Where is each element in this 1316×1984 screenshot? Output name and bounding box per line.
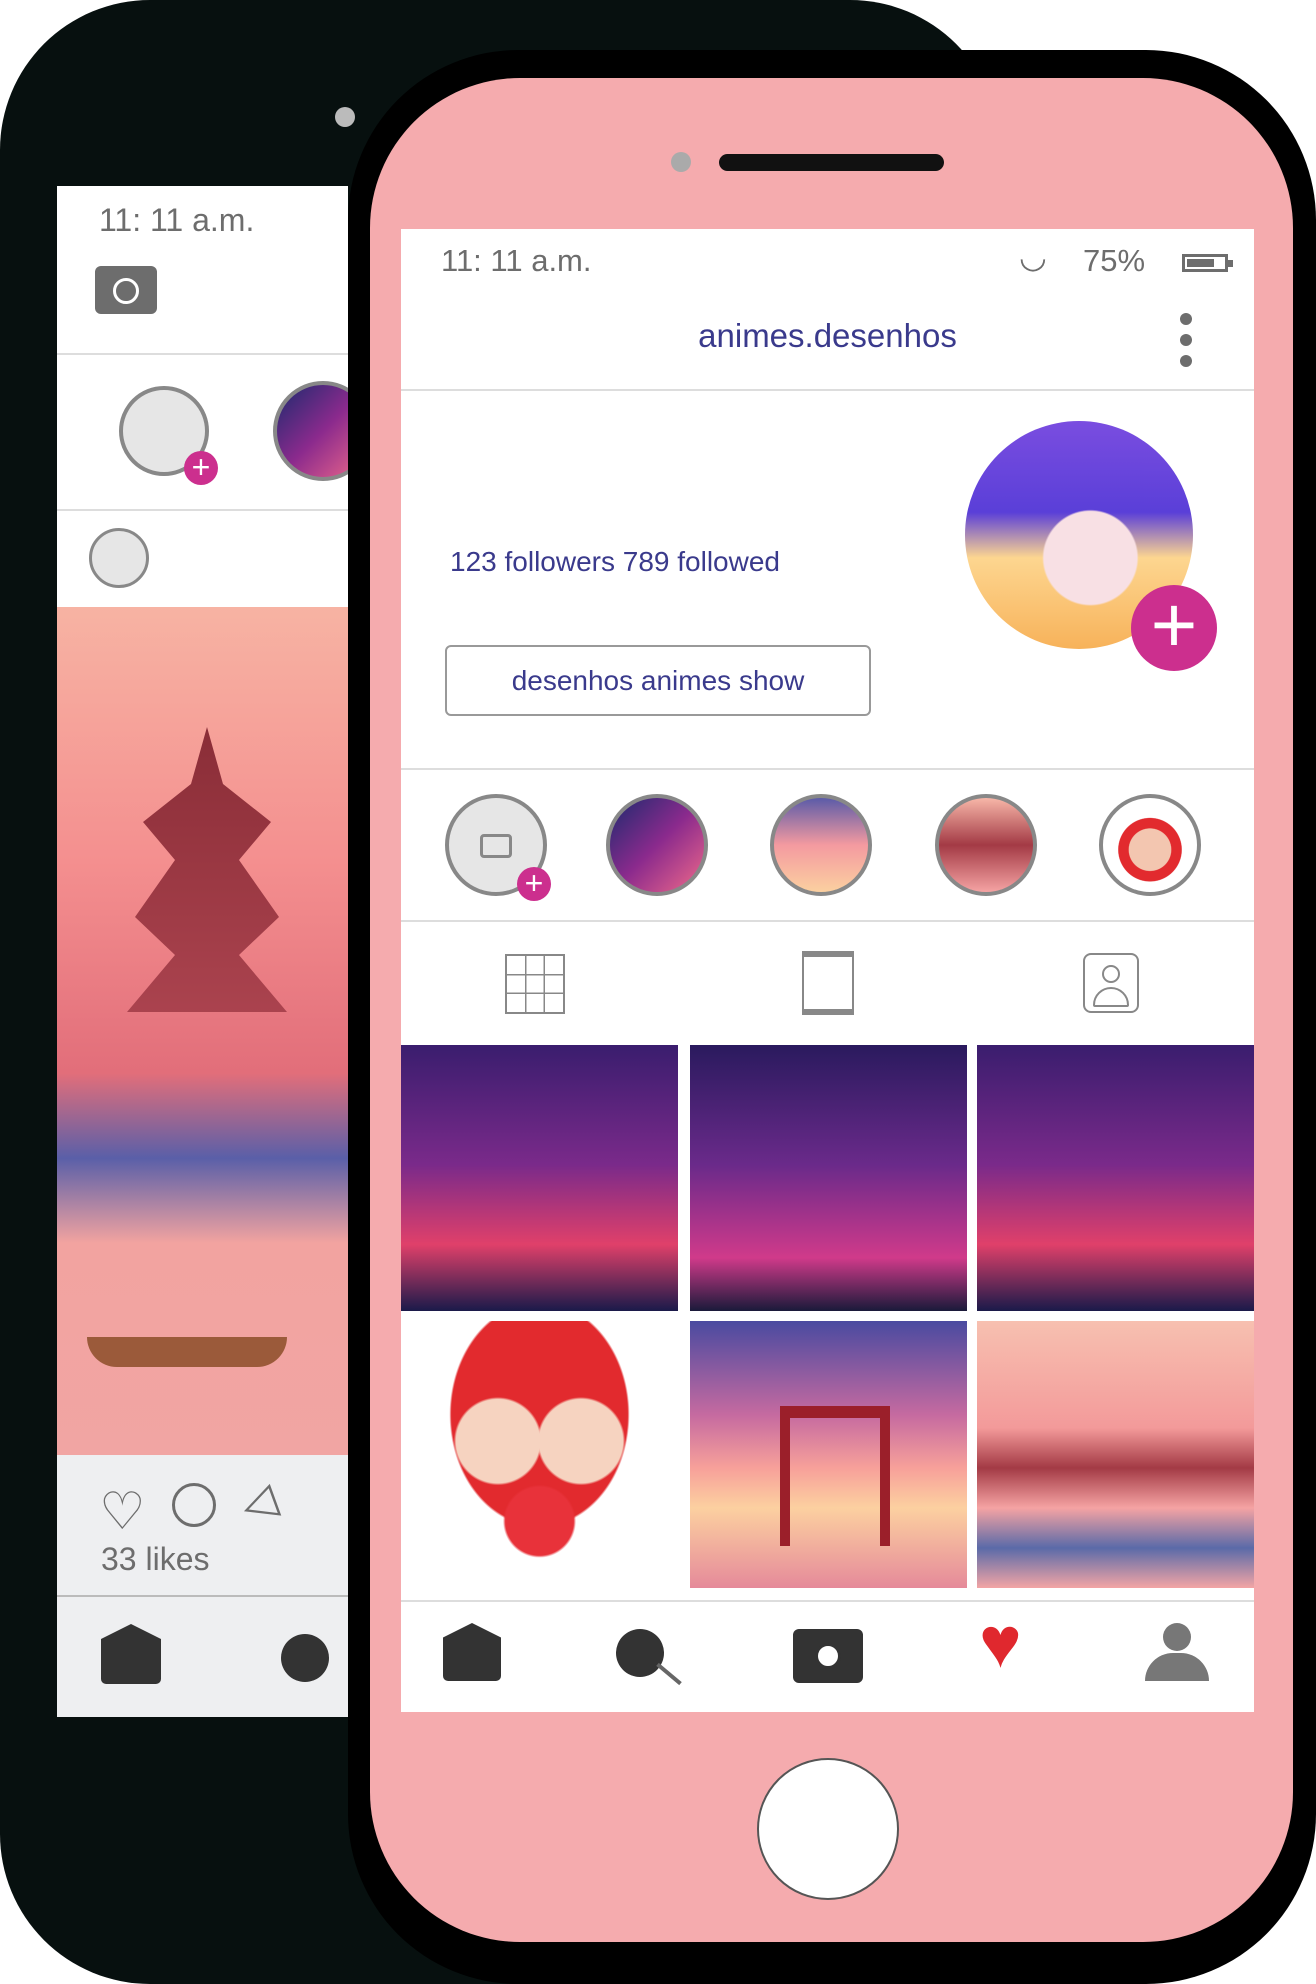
battery-percent: 75% [1083,243,1146,278]
back-small-avatar[interactable] [89,528,149,588]
grid-post-pagoda[interactable] [977,1321,1254,1588]
battery-icon [1182,254,1233,272]
story-camera-icon [480,834,512,858]
profile-username: animes.desenhos [698,317,957,354]
more-options-icon[interactable] [1180,313,1194,367]
plus-icon[interactable]: + [517,867,551,901]
follower-stats[interactable]: 123 followers 789 followed [450,546,780,578]
story-torii-sunset[interactable] [770,794,872,896]
home-button[interactable] [757,1758,899,1900]
front-camera-dot [671,152,691,172]
back-post-image [57,607,348,1455]
search-icon[interactable] [281,1634,329,1682]
front-phone-screen: 11: 11 a.m. ◠ 75% animes.desenhos 123 fo… [401,229,1254,1712]
grid-post-torii-gate[interactable] [690,1321,967,1588]
story-pagoda[interactable] [935,794,1037,896]
post-icon[interactable] [802,951,854,1015]
grid-post-anime-couple[interactable] [401,1321,678,1588]
grid-post-city-tower[interactable] [690,1045,967,1311]
story-city-night[interactable] [606,794,708,896]
heart-icon[interactable]: ♥ [979,1607,1022,1679]
comment-icon[interactable] [172,1483,216,1527]
status-time: 11: 11 a.m. [441,243,592,278]
back-camera-dot [335,107,355,127]
wifi-icon: ◠ [1019,244,1047,280]
add-profile-photo-button[interactable]: + [1131,585,1217,671]
back-phone-screen: 11: 11 a.m. + ♡ ◁ 33 likes [57,186,348,1717]
grid-post-city-bridge-2[interactable] [977,1045,1254,1311]
plus-icon[interactable]: + [184,451,218,485]
camera-icon[interactable] [95,266,157,314]
tagged-icon[interactable] [1083,953,1139,1013]
likes-count: 33 likes [101,1541,210,1577]
back-story-city[interactable] [273,381,348,481]
story-couple[interactable] [1099,794,1201,896]
profile-action-button[interactable]: desenhos animes show [445,645,871,716]
home-icon[interactable] [443,1623,501,1681]
speaker [719,154,944,171]
search-icon[interactable] [616,1629,664,1677]
back-status-time: 11: 11 a.m. [99,202,255,238]
search-handle [656,1662,682,1686]
grid-post-city-bridge[interactable] [401,1045,678,1311]
heart-outline-icon[interactable]: ♡ [99,1486,146,1538]
grid-icon[interactable] [505,954,565,1014]
profile-icon[interactable] [1145,1623,1209,1683]
camera-icon[interactable] [793,1629,863,1683]
